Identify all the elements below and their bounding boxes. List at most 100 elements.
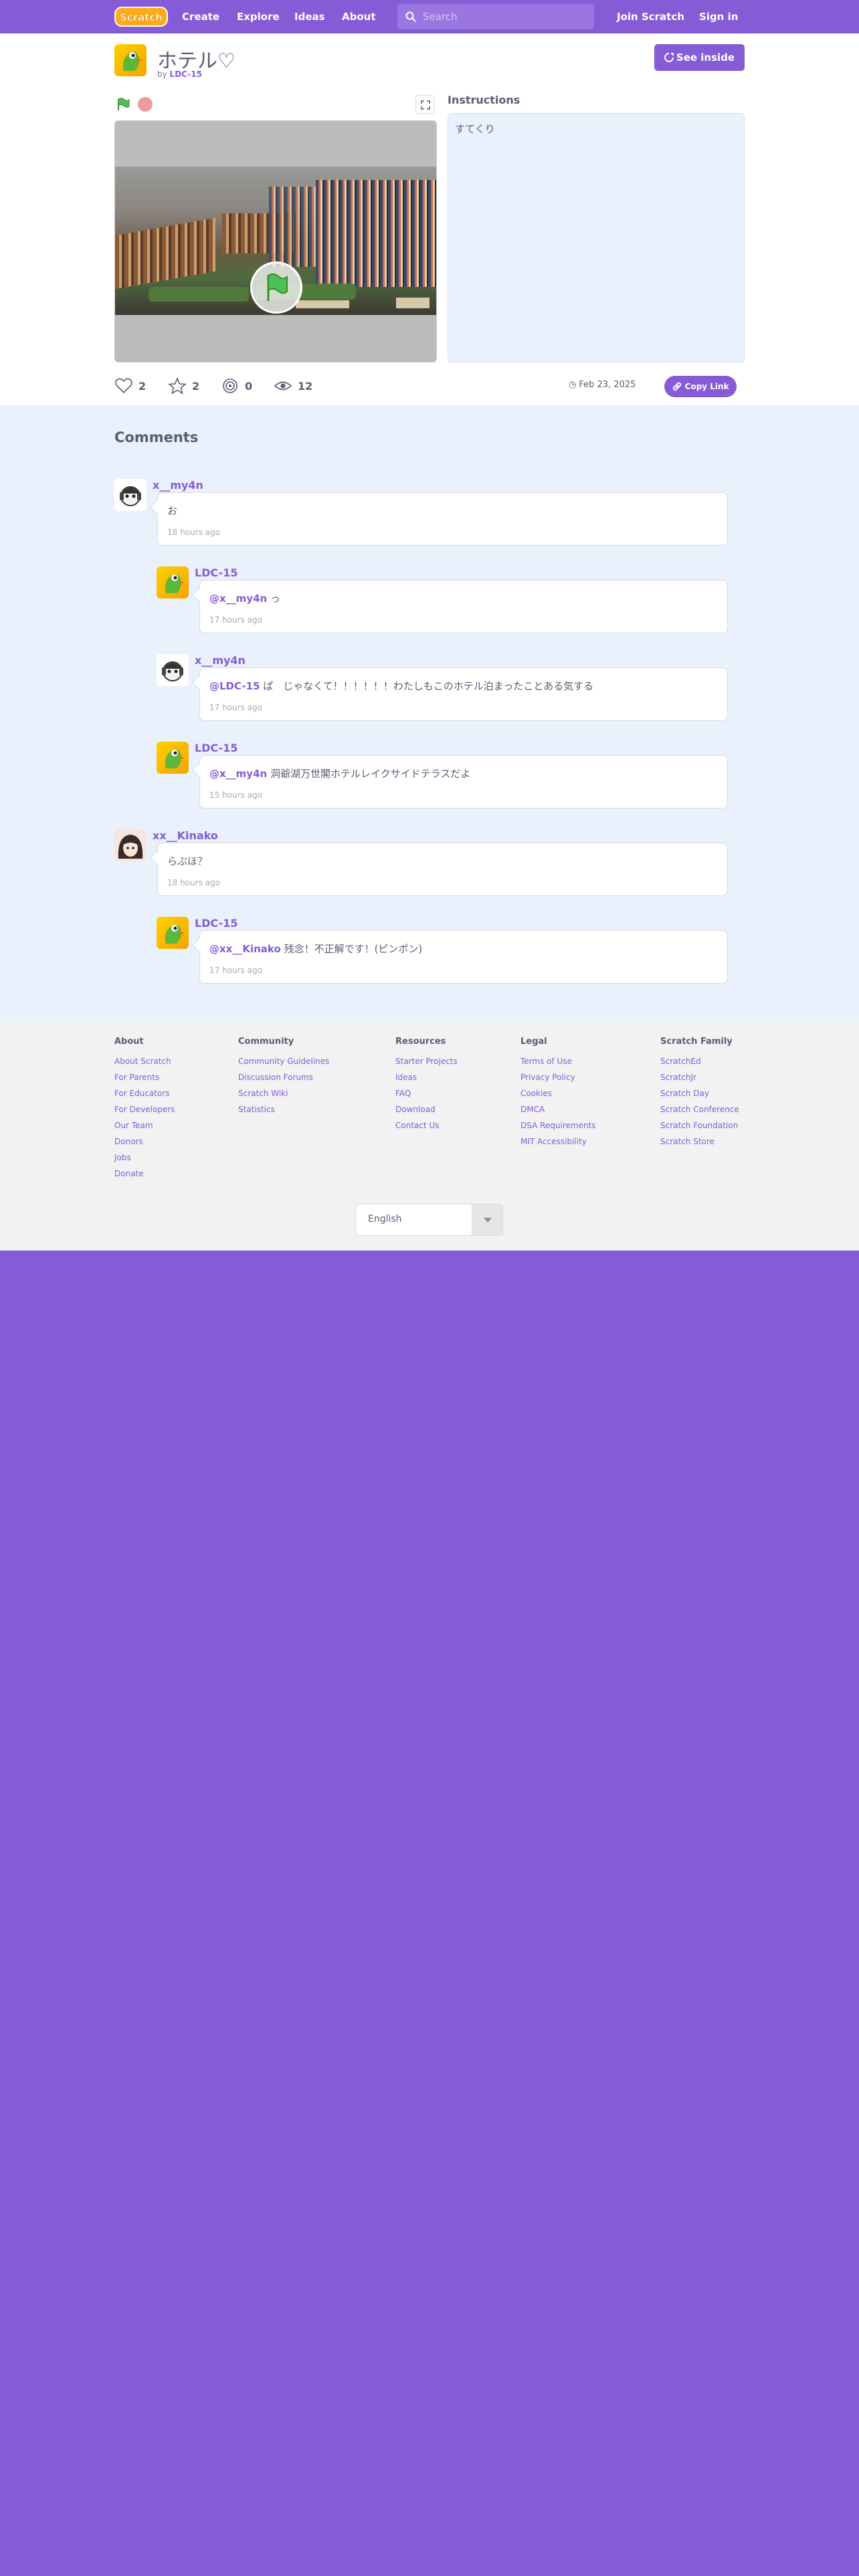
heart-icon <box>115 378 132 394</box>
footer-link[interactable]: Discussion Forums <box>238 1069 329 1085</box>
footer-link[interactable]: Privacy Policy <box>520 1069 596 1085</box>
see-inside-button[interactable]: See inside <box>654 44 745 71</box>
green-flag-icon[interactable] <box>116 97 130 112</box>
footer-link[interactable]: For Educators <box>114 1085 175 1101</box>
comment-mention[interactable]: @LDC-15 <box>209 680 260 692</box>
footer-heading: Community <box>238 1037 294 1047</box>
clock-icon: ◷ <box>569 380 577 390</box>
footer-link[interactable]: DMCA <box>520 1101 596 1117</box>
search-placeholder: Search <box>423 11 458 23</box>
search-input[interactable]: Search <box>397 4 594 29</box>
comment-username[interactable]: LDC-15 <box>195 742 238 754</box>
footer-link[interactable]: ScratchEd <box>660 1053 739 1069</box>
footer-link[interactable]: For Developers <box>114 1101 175 1117</box>
language-select[interactable]: English <box>355 1204 503 1236</box>
play-overlay-button[interactable] <box>250 261 302 314</box>
remix-count-icon <box>223 379 237 393</box>
footer-link[interactable]: Terms of Use <box>520 1053 596 1069</box>
instructions-text: すてくり <box>455 123 495 135</box>
footer-link[interactable]: Our Team <box>114 1117 175 1134</box>
comments-section: Comments x__my4n お 18 hours ago LDC-15 @… <box>0 405 859 1021</box>
footer-link[interactable]: ScratchJr <box>660 1069 739 1085</box>
footer-link[interactable]: About Scratch <box>114 1053 175 1069</box>
footer-col-about: About About Scratch For Parents For Educ… <box>114 1037 175 1182</box>
avatar[interactable] <box>114 829 147 861</box>
footer-link[interactable]: Jobs <box>114 1150 175 1166</box>
stop-icon[interactable] <box>138 97 153 112</box>
footer-link[interactable]: Ideas <box>395 1069 458 1085</box>
footer-heading: About <box>114 1037 144 1047</box>
project-stats: 2 2 0 12 ◷ Feb 23, 2025 🔗︎ Copy Link <box>0 369 859 403</box>
footer-col-family: Scratch Family ScratchEd ScratchJr Scrat… <box>660 1037 739 1150</box>
footer-link[interactable]: Community Guidelines <box>238 1053 329 1069</box>
view-count: 12 <box>298 380 313 393</box>
search-icon <box>405 11 416 22</box>
avatar[interactable] <box>114 479 147 511</box>
nav-explore[interactable]: Explore <box>237 0 280 33</box>
project-section: ホテル♡ by LDC-15 See inside Instructions す… <box>0 33 859 405</box>
footer-link[interactable]: Starter Projects <box>395 1053 458 1069</box>
comment-username[interactable]: x__my4n <box>153 479 203 492</box>
footer-link[interactable]: Download <box>395 1101 458 1117</box>
footer-link[interactable]: Scratch Store <box>660 1134 739 1150</box>
author-avatar[interactable] <box>114 44 147 76</box>
footer-link[interactable]: Donors <box>114 1134 175 1150</box>
sign-in-link[interactable]: Sign in <box>699 0 738 33</box>
comment-time: 18 hours ago <box>167 528 220 537</box>
avatar[interactable] <box>157 917 189 949</box>
footer-link[interactable]: Scratch Conference <box>660 1101 739 1117</box>
copy-link-button[interactable]: 🔗︎ Copy Link <box>664 376 737 397</box>
author-link[interactable]: LDC-15 <box>170 70 202 79</box>
avatar[interactable] <box>157 566 189 599</box>
comment-mention[interactable]: @xx__Kinako <box>209 943 281 955</box>
footer-link[interactable]: Donate <box>114 1166 175 1182</box>
scratch-logo[interactable]: Scratch <box>114 5 168 28</box>
fullscreen-button[interactable] <box>415 95 434 114</box>
nav-create[interactable]: Create <box>182 0 219 33</box>
comment-username[interactable]: x__my4n <box>195 654 246 667</box>
footer-link[interactable]: FAQ <box>395 1085 458 1101</box>
see-inside-label: See inside <box>676 51 735 64</box>
footer-col-legal: Legal Terms of Use Privacy Policy Cookie… <box>520 1037 596 1150</box>
instructions-box: すてくり <box>448 113 745 362</box>
project-stage[interactable] <box>114 120 437 362</box>
comment-username[interactable]: xx__Kinako <box>153 829 218 842</box>
copy-link-label: Copy Link <box>684 382 729 391</box>
footer-link[interactable]: For Parents <box>114 1069 175 1085</box>
comment-text: @x__my4n っ <box>209 591 280 605</box>
comment-bubble: @x__my4n 洞爺湖万世閣ホテルレイクサイドテラスだよ 15 hours a… <box>199 755 728 809</box>
comment-username[interactable]: LDC-15 <box>195 917 238 930</box>
nav-ideas[interactable]: Ideas <box>294 0 325 33</box>
avatar[interactable] <box>157 654 189 686</box>
comment-mention[interactable]: @x__my4n <box>209 593 267 605</box>
footer-link[interactable]: Cookies <box>520 1085 596 1101</box>
link-icon: 🔗︎ <box>672 382 682 391</box>
green-flag-icon <box>267 273 288 301</box>
nav-about[interactable]: About <box>342 0 376 33</box>
footer-link[interactable]: Contact Us <box>395 1117 458 1134</box>
comment-username[interactable]: LDC-15 <box>195 566 238 579</box>
footer-link[interactable]: Statistics <box>238 1101 329 1117</box>
footer-link[interactable]: Scratch Wiki <box>238 1085 329 1101</box>
footer-link[interactable]: Scratch Day <box>660 1085 739 1101</box>
comment-time: 17 hours ago <box>209 966 262 975</box>
eye-icon <box>274 381 292 391</box>
star-icon <box>168 377 187 395</box>
dropdown-button[interactable] <box>472 1204 502 1235</box>
comment-text: @LDC-15 ぱ じゃなくて！！！！！！わたしもこのホテル泊まったことある気す… <box>209 679 593 693</box>
top-nav: Scratch Create Explore Ideas About Searc… <box>0 0 859 33</box>
join-scratch-link[interactable]: Join Scratch <box>617 0 684 33</box>
comment-body: っ <box>267 593 280 605</box>
comment-body: ぱ じゃなくて！！！！！！わたしもこのホテル泊まったことある気する <box>260 680 594 692</box>
comment-mention[interactable]: @x__my4n <box>209 768 267 780</box>
footer-link[interactable]: DSA Requirements <box>520 1117 596 1134</box>
avatar[interactable] <box>157 742 189 774</box>
footer-link[interactable]: Scratch Foundation <box>660 1117 739 1134</box>
comment-bubble: @x__my4n っ 17 hours ago <box>199 580 728 633</box>
svg-text:Scratch: Scratch <box>120 11 163 23</box>
footer: About About Scratch For Parents For Educ… <box>0 1021 859 1251</box>
comment-time: 15 hours ago <box>209 790 262 800</box>
footer-heading: Legal <box>520 1037 547 1047</box>
footer-link[interactable]: MIT Accessibility <box>520 1134 596 1150</box>
remix-count: 0 <box>245 380 253 393</box>
